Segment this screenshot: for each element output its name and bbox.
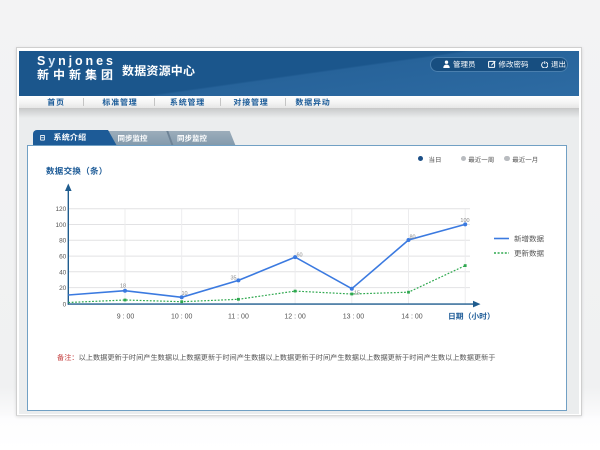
svg-text:13 : 00: 13 : 00	[343, 314, 365, 321]
svg-text:9 : 00: 9 : 00	[117, 314, 135, 321]
svg-text:更新数据: 更新数据	[514, 248, 544, 259]
svg-text:12 : 00: 12 : 00	[284, 314, 306, 321]
svg-text:11 : 00: 11 : 00	[228, 314, 249, 321]
svg-text:60: 60	[296, 253, 302, 259]
svg-text:80: 80	[59, 238, 67, 245]
svg-text:80: 80	[409, 235, 415, 241]
svg-text:100: 100	[460, 218, 469, 224]
svg-text:10 : 00: 10 : 00	[171, 314, 193, 321]
svg-text:100: 100	[55, 222, 66, 229]
svg-text:新增数据: 新增数据	[514, 234, 544, 245]
svg-text:14 : 00: 14 : 00	[401, 314, 423, 321]
svg-text:18: 18	[120, 283, 126, 289]
svg-text:120: 120	[55, 206, 66, 213]
svg-text:20: 20	[59, 285, 67, 292]
svg-text:0: 0	[63, 301, 67, 308]
svg-text:日期（小时）: 日期（小时）	[448, 311, 495, 322]
svg-text:60: 60	[59, 254, 67, 261]
svg-text:15: 15	[354, 290, 360, 296]
svg-text:10: 10	[181, 291, 187, 297]
svg-text:40: 40	[59, 269, 67, 276]
svg-text:35: 35	[230, 275, 236, 281]
